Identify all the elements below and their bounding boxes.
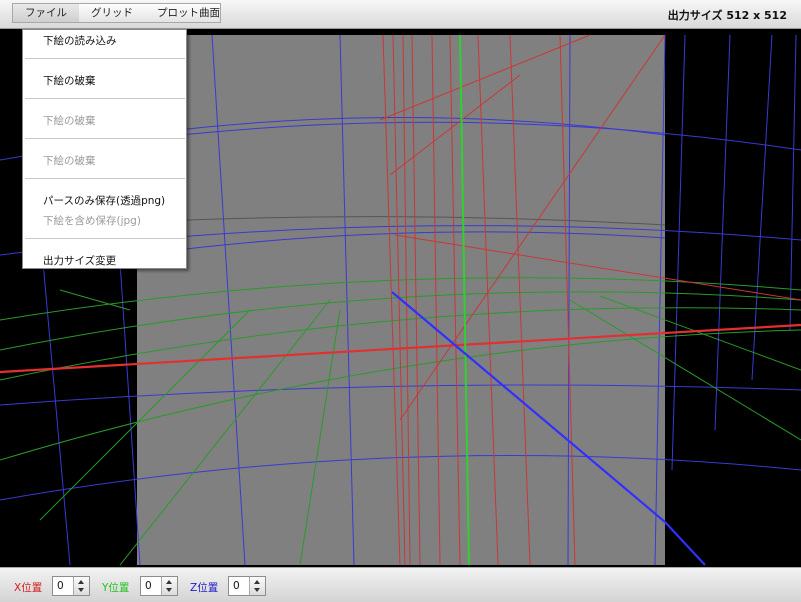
y-position-stepper[interactable]: 0	[140, 576, 178, 596]
menu-separator	[25, 98, 185, 100]
x-stepper-arrows	[73, 577, 89, 595]
output-size-display: 出力サイズ 512 x 512	[668, 7, 787, 23]
z-position-value[interactable]: 0	[233, 580, 240, 592]
y-position-value[interactable]: 0	[145, 580, 152, 592]
menu-separator	[25, 178, 185, 180]
x-position-stepper[interactable]: 0	[52, 576, 90, 596]
menu-separator	[25, 138, 185, 140]
increment-arrow-icon[interactable]	[254, 580, 260, 584]
output-size-label: 出力サイズ	[667, 9, 723, 22]
increment-arrow-icon[interactable]	[166, 580, 172, 584]
menu-item-save-with-underlay-jpg: 下絵を含め保存(jpg)	[43, 215, 141, 227]
file-dropdown-menu: 下絵の読み込み 下絵の破棄 下絵の破棄 下絵の破棄 パースのみ保存(透過png)…	[22, 29, 187, 269]
z-stepper-arrows	[249, 577, 265, 595]
menu-item-discard-underlay-disabled-1: 下絵の破棄	[43, 115, 96, 127]
menu-item-discard-underlay-disabled-2: 下絵の破棄	[43, 155, 96, 167]
position-toolbar: X位置 0 Y位置 0 Z位置 0	[0, 567, 801, 602]
decrement-arrow-icon[interactable]	[254, 588, 260, 592]
menu-separator	[25, 238, 185, 240]
menu-separator	[25, 58, 185, 60]
decrement-arrow-icon[interactable]	[78, 588, 84, 592]
x-position-label: X位置	[14, 582, 43, 594]
menu-file[interactable]: ファイル	[13, 4, 79, 22]
menu-grid[interactable]: グリッド	[79, 4, 145, 22]
z-position-label: Z位置	[190, 582, 219, 594]
output-size-value: 512 x 512	[726, 9, 787, 22]
x-position-value[interactable]: 0	[57, 580, 64, 592]
increment-arrow-icon[interactable]	[78, 580, 84, 584]
menu-item-save-perspective-png[interactable]: パースのみ保存(透過png)	[43, 193, 165, 208]
menu-item-load-underlay[interactable]: 下絵の読み込み	[43, 33, 117, 48]
y-position-label: Y位置	[102, 582, 130, 594]
menu-item-change-output-size[interactable]: 出力サイズ変更	[43, 253, 116, 268]
menu-item-discard-underlay[interactable]: 下絵の破棄	[43, 73, 96, 88]
menu-plot-surface[interactable]: プロット曲面	[145, 4, 232, 22]
top-toolbar: ファイル グリッド プロット曲面 出力サイズ 512 x 512	[0, 0, 801, 29]
z-position-stepper[interactable]: 0	[228, 576, 266, 596]
y-stepper-arrows	[161, 577, 177, 595]
menu-bar: ファイル グリッド プロット曲面	[12, 3, 221, 23]
decrement-arrow-icon[interactable]	[166, 588, 172, 592]
